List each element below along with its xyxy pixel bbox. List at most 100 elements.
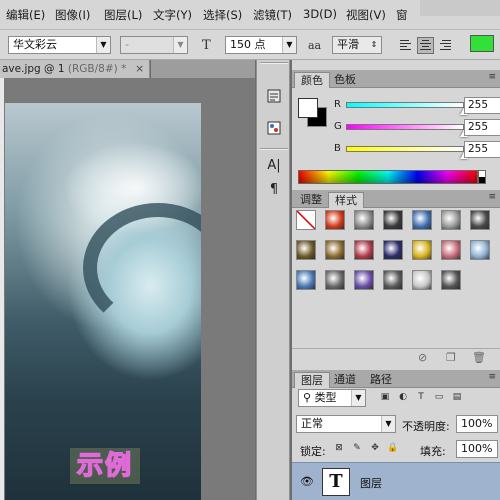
fill-field[interactable]: 100% — [456, 440, 498, 458]
eye-icon[interactable]: 👁 — [300, 475, 314, 488]
font-style-value: - — [125, 38, 129, 51]
filter-type-icon[interactable]: T — [414, 390, 428, 404]
channel-value-field[interactable]: 255 — [464, 97, 500, 114]
tab-paths[interactable]: 路径 — [364, 372, 398, 388]
style-swatch[interactable] — [325, 270, 345, 290]
channel-slider-track[interactable] — [346, 102, 464, 108]
filter-shape-icon[interactable]: ▭ — [432, 390, 446, 404]
channel-slider-row: G 255 — [332, 119, 500, 137]
paragraph-icon[interactable]: ¶ — [264, 180, 284, 200]
align-center-button[interactable] — [417, 37, 434, 54]
trash-icon[interactable]: 🗑 — [472, 351, 486, 364]
document-tab[interactable]: ave.jpg @ 1 (RGB/8#) * × — [0, 60, 150, 78]
character-icon[interactable]: A| — [264, 156, 284, 176]
antialias-icon: aa — [308, 39, 322, 52]
style-swatch[interactable] — [296, 240, 316, 260]
channel-slider-track[interactable] — [346, 124, 464, 130]
foreground-color-swatch[interactable] — [298, 98, 318, 118]
fg-bg-colors[interactable] — [298, 98, 328, 128]
style-swatch[interactable] — [412, 270, 432, 290]
menu-view[interactable]: 视图(V) — [346, 7, 386, 23]
font-size-select[interactable]: 150 点 ▼ — [225, 36, 297, 54]
layers-panel-tabs: 图层 通道 路径 ≡ — [292, 370, 500, 388]
antialias-value: 平滑 — [337, 38, 359, 51]
lock-pixels-icon[interactable]: ✎ — [350, 441, 364, 455]
style-swatch[interactable] — [354, 210, 374, 230]
text-color-swatch[interactable] — [470, 35, 494, 52]
style-swatch[interactable] — [383, 210, 403, 230]
antialias-select[interactable]: 平滑 ⇕ — [332, 36, 382, 54]
style-swatch[interactable] — [383, 240, 403, 260]
channel-value-field[interactable]: 255 — [464, 119, 500, 136]
channel-slider-row: R 255 — [332, 97, 500, 115]
new-style-icon[interactable]: ❐ — [446, 351, 456, 364]
align-right-button[interactable] — [437, 37, 454, 54]
no-style-icon[interactable]: ⊘ — [418, 351, 427, 364]
chevron-updown-icon: ⇕ — [370, 40, 378, 49]
menu-select[interactable]: 选择(S) — [203, 7, 242, 23]
sample-text-layer[interactable]: 示例 — [70, 448, 140, 484]
tab-channels[interactable]: 通道 — [328, 372, 362, 388]
tab-layers[interactable]: 图层 — [294, 372, 330, 388]
menu-filter[interactable]: 滤镜(T) — [253, 7, 292, 23]
document-canvas[interactable] — [5, 103, 201, 500]
filter-adjust-icon[interactable]: ◐ — [396, 390, 410, 404]
lock-all-icon[interactable]: 🔒 — [386, 441, 400, 455]
style-swatch[interactable] — [441, 240, 461, 260]
channel-label: R — [334, 99, 341, 110]
color-spectrum-bar[interactable] — [298, 170, 478, 184]
document-tab-mode: (RGB/8#) * — [67, 63, 127, 75]
tab-color[interactable]: 颜色 — [294, 72, 330, 88]
style-swatch[interactable] — [470, 240, 490, 260]
layer-row[interactable]: 👁 T 图层 — [292, 462, 500, 500]
style-swatch[interactable] — [354, 270, 374, 290]
layer-filter-select[interactable]: ⚲ 类型 ▼ — [298, 389, 366, 407]
style-swatch[interactable] — [441, 270, 461, 290]
color-panel-tabs: 颜色 色板 ≡ — [292, 70, 500, 88]
lock-transparent-icon[interactable]: ⊠ — [332, 441, 346, 455]
font-style-select[interactable]: - ▼ — [120, 36, 188, 54]
tab-styles[interactable]: 样式 — [328, 192, 364, 208]
menu-type[interactable]: 文字(Y) — [153, 7, 192, 23]
panel-menu-icon[interactable]: ≡ — [488, 372, 496, 382]
tab-adjustments[interactable]: 调整 — [294, 192, 328, 208]
style-swatch[interactable] — [383, 270, 403, 290]
style-swatch[interactable] — [412, 240, 432, 260]
style-swatch[interactable] — [325, 210, 345, 230]
panel-menu-icon[interactable]: ≡ — [488, 192, 496, 202]
menu-3d[interactable]: 3D(D) — [303, 7, 337, 21]
style-swatch[interactable] — [296, 270, 316, 290]
chevron-down-icon: ▼ — [96, 37, 110, 53]
text-layer-thumbnail: T — [322, 468, 350, 496]
blend-mode-select[interactable]: 正常 ▼ — [296, 415, 396, 433]
font-family-select[interactable]: 华文彩云 ▼ — [8, 36, 111, 54]
channel-slider-track[interactable] — [346, 146, 464, 152]
filter-smart-icon[interactable]: ▤ — [450, 390, 464, 404]
menu-edit[interactable]: 编辑(E) — [6, 7, 45, 23]
font-size-value: 150 点 — [230, 38, 266, 51]
options-bar: 华文彩云 ▼ - ▼ T 150 点 ▼ aa 平滑 ⇕ — [0, 30, 500, 60]
style-swatch[interactable] — [470, 210, 490, 230]
style-swatch[interactable] — [441, 210, 461, 230]
channel-value-field[interactable]: 255 — [464, 141, 500, 158]
close-icon[interactable]: × — [135, 60, 144, 78]
filter-pixel-icon[interactable]: ▣ — [378, 390, 392, 404]
layer-name[interactable]: 图层 — [360, 475, 382, 491]
channel-label: G — [334, 121, 342, 132]
menu-layer[interactable]: 图层(L) — [104, 7, 142, 23]
pattern-icon[interactable] — [264, 120, 284, 140]
style-swatch[interactable] — [412, 210, 432, 230]
menubar: 编辑(E) 图像(I) 图层(L) 文字(Y) 选择(S) 滤镜(T) 3D(D… — [0, 0, 500, 30]
lock-position-icon[interactable]: ✥ — [368, 441, 382, 455]
tab-swatches[interactable]: 色板 — [328, 72, 362, 88]
style-swatch[interactable] — [296, 210, 316, 230]
opacity-field[interactable]: 100% — [456, 415, 498, 433]
align-left-button[interactable] — [397, 37, 414, 54]
menu-window[interactable]: 窗 — [396, 7, 408, 23]
black-white-chip[interactable] — [478, 170, 486, 184]
history-icon[interactable] — [264, 88, 284, 108]
style-swatch[interactable] — [325, 240, 345, 260]
panel-menu-icon[interactable]: ≡ — [488, 72, 496, 82]
menu-image[interactable]: 图像(I) — [55, 7, 90, 23]
style-swatch[interactable] — [354, 240, 374, 260]
